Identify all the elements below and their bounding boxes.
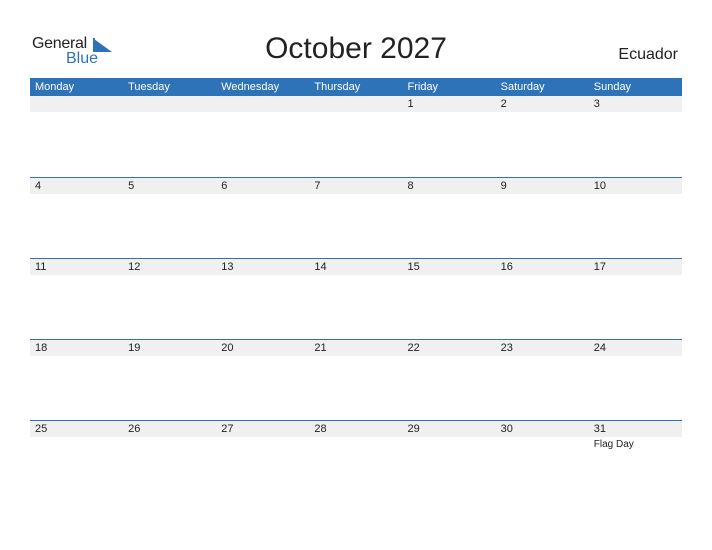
- day-number: 6: [221, 180, 228, 192]
- calendar-title: October 2027: [265, 32, 447, 65]
- weekday-saturday: Saturday: [500, 81, 545, 93]
- week-row: 25 26 27 28 29 30 31 Flag Day: [30, 420, 682, 501]
- holiday-label: [589, 112, 682, 113]
- holiday-label: [403, 275, 496, 276]
- day-number: 29: [407, 423, 420, 435]
- weekday-thursday: Thursday: [314, 81, 361, 93]
- holiday-label: [496, 275, 589, 276]
- holiday-label: [496, 356, 589, 357]
- holiday-label: [309, 194, 402, 195]
- holiday-label: [30, 437, 123, 451]
- holiday-label: [30, 194, 123, 195]
- holiday-label: [216, 194, 309, 195]
- day-number: 7: [314, 180, 321, 192]
- holiday-label: [589, 194, 682, 195]
- day-number: 20: [221, 342, 234, 354]
- weekday-friday: Friday: [407, 81, 439, 93]
- day-number: 28: [314, 423, 327, 435]
- holiday-label: [216, 112, 309, 113]
- holiday-label: Flag Day: [593, 439, 634, 450]
- day-number: 31: [593, 423, 606, 435]
- week-row: 11 12 13 14 15 16 17: [30, 258, 682, 339]
- day-number: 11: [35, 261, 47, 273]
- holiday-label: [309, 275, 402, 276]
- day-number: 19: [128, 342, 141, 354]
- day-number: [123, 96, 216, 112]
- events-row: Flag Day: [30, 437, 682, 451]
- day-number: 14: [314, 261, 327, 273]
- holiday-label: [30, 275, 123, 276]
- day-number: 2: [500, 98, 507, 110]
- events-row: [30, 356, 682, 357]
- holiday-label: [123, 194, 216, 195]
- events-row: [30, 112, 682, 113]
- holiday-label: [403, 112, 496, 113]
- week-row: 4 5 6 7 8 9 10: [30, 177, 682, 258]
- date-strip: 4 5 6 7 8 9 10: [30, 178, 682, 194]
- weeks-container: 1 2 3 4 5 6 7 8 9 10 11 12 13 14 15 16 17 18 19 20 21 22 23 24 2…: [30, 96, 682, 501]
- day-number: 26: [128, 423, 141, 435]
- day-number: [216, 96, 309, 112]
- holiday-label: [123, 356, 216, 357]
- day-number: 27: [221, 423, 234, 435]
- day-number: 25: [35, 423, 48, 435]
- day-number: [30, 96, 123, 112]
- date-strip: 1 2 3: [30, 96, 682, 112]
- holiday-label: [496, 437, 589, 451]
- weekday-sunday: Sunday: [593, 81, 632, 93]
- day-number: 9: [500, 180, 507, 192]
- day-number: 3: [593, 98, 600, 110]
- day-number: 21: [314, 342, 327, 354]
- holiday-label: [309, 356, 402, 357]
- events-row: [30, 194, 682, 195]
- day-number: 30: [500, 423, 513, 435]
- holiday-label: [309, 437, 402, 451]
- day-number: 4: [35, 180, 42, 192]
- day-number: 22: [407, 342, 420, 354]
- holiday-label: [216, 356, 309, 357]
- holiday-label: [216, 275, 309, 276]
- day-number: 10: [593, 180, 606, 192]
- day-number: 23: [500, 342, 513, 354]
- holiday-label: [589, 356, 682, 357]
- day-number: 15: [407, 261, 420, 273]
- events-row: [30, 275, 682, 276]
- day-number: 13: [221, 261, 234, 273]
- holiday-label: [589, 275, 682, 276]
- holiday-label: [496, 194, 589, 195]
- day-number: 18: [35, 342, 48, 354]
- week-row: 18 19 20 21 22 23 24: [30, 339, 682, 420]
- day-number: 12: [128, 261, 141, 273]
- day-number: 16: [500, 261, 513, 273]
- holiday-label: [30, 112, 123, 113]
- date-strip: 18 19 20 21 22 23 24: [30, 340, 682, 356]
- holiday-label: [123, 437, 216, 451]
- calendar-grid: Monday Tuesday Wednesday Thursday Friday Satu…: [30, 78, 682, 501]
- day-number: 17: [593, 261, 606, 273]
- holiday-label: [30, 356, 123, 357]
- holiday-label: [403, 437, 496, 451]
- day-number: [309, 96, 402, 112]
- day-number: 24: [593, 342, 606, 354]
- holiday-label: [403, 194, 496, 195]
- weekday-monday: Monday: [35, 81, 75, 93]
- holiday-label: [403, 356, 496, 357]
- week-row: 1 2 3: [30, 96, 682, 177]
- weekday-header: Monday Tuesday Wednesday Thursday Friday Satu…: [30, 78, 682, 96]
- holiday-label: [123, 112, 216, 113]
- weekday-wednesday: Wednesday: [221, 81, 280, 93]
- country-label: Ecuador: [618, 46, 678, 63]
- date-strip: 25 26 27 28 29 30 31: [30, 421, 682, 437]
- holiday-label: [123, 275, 216, 276]
- holiday-label: [216, 437, 309, 451]
- day-number: 8: [407, 180, 414, 192]
- day-number: 1: [407, 98, 414, 110]
- weekday-tuesday: Tuesday: [128, 81, 170, 93]
- day-number: 5: [128, 180, 135, 192]
- holiday-label: [496, 112, 589, 113]
- holiday-label: [309, 112, 402, 113]
- date-strip: 11 12 13 14 15 16 17: [30, 259, 682, 275]
